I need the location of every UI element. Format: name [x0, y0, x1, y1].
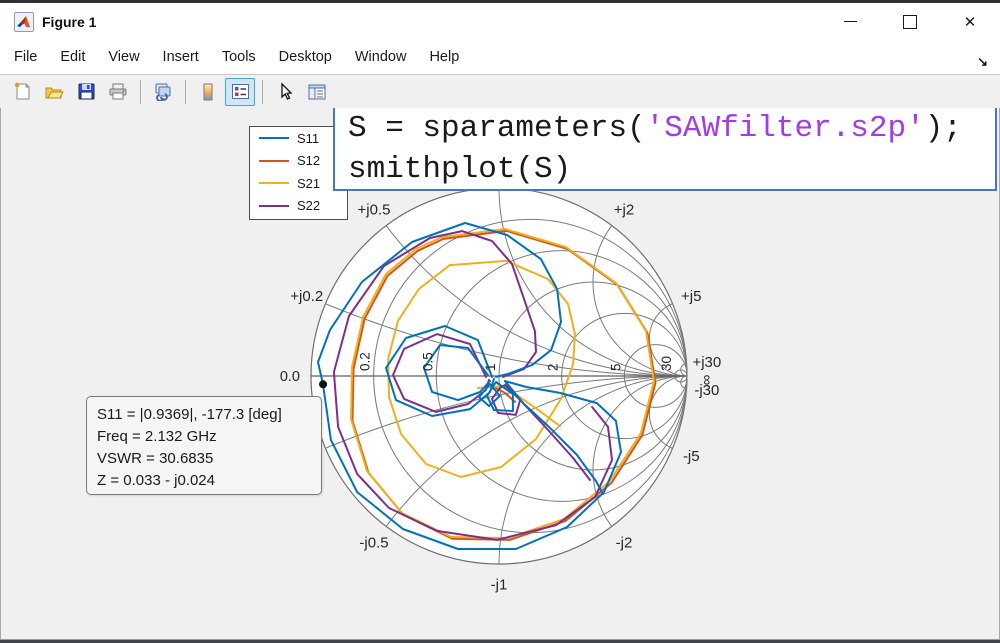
imag-label-neg: -j0.5 [359, 535, 388, 552]
figure-window: Figure 1 ✕ File Edit View Insert Tools D… [0, 0, 1000, 643]
code-string-literal: 'SAWfilter.s2p' [646, 111, 925, 146]
maximize-icon [903, 15, 917, 29]
legend-icon [231, 83, 250, 100]
dock-figure-icon[interactable]: ↘ [977, 54, 988, 70]
printer-icon [108, 82, 128, 101]
legend-label: S21 [297, 176, 320, 191]
menu-edit[interactable]: Edit [60, 45, 97, 69]
datatip-freq-line: Freq = 2.132 GHz [97, 426, 321, 448]
link-icon [153, 82, 173, 101]
imag-label-pos: +j0.5 [358, 201, 391, 218]
menu-help[interactable]: Help [429, 45, 471, 69]
print-button[interactable] [103, 78, 133, 106]
desktop-edge-top [0, 0, 1000, 3]
pointer-arrow-icon [277, 82, 294, 101]
datatip-s11-line: S11 = |0.9369|, -177.3 [deg] [97, 404, 321, 426]
code-snippet-overlay: S = sparameters('SAWfilter.s2p'); smithp… [333, 105, 997, 191]
menu-window[interactable]: Window [355, 45, 419, 69]
property-inspector-icon [307, 83, 327, 101]
insert-legend-button[interactable] [225, 78, 255, 106]
legend-line-s12 [259, 160, 289, 162]
open-file-button[interactable] [39, 78, 69, 106]
open-folder-icon [44, 82, 64, 101]
legend-label: S12 [297, 153, 320, 168]
toolbar-separator [185, 80, 186, 104]
property-inspector-button[interactable] [302, 78, 332, 106]
real-label: 30 [659, 356, 674, 371]
toolbar-separator [140, 80, 141, 104]
datatip-marker-dot[interactable] [319, 380, 327, 388]
edit-plot-button[interactable] [270, 78, 300, 106]
close-button[interactable]: ✕ [940, 3, 1000, 40]
legend-line-s21 [259, 182, 289, 184]
colorbar-icon [200, 82, 216, 102]
minimize-icon [844, 21, 857, 22]
imag-label-pos: +j2 [614, 201, 634, 218]
imag-label-neg: -j1 [491, 576, 508, 593]
imag-label-neg: -j5 [683, 448, 700, 465]
window-title: Figure 1 [42, 14, 96, 30]
legend-entry-s22[interactable]: S22 [250, 195, 347, 218]
menu-desktop[interactable]: Desktop [279, 45, 344, 69]
figure-toolbar [0, 75, 1000, 108]
real-label: 1 [483, 363, 498, 371]
maximize-button[interactable] [880, 3, 940, 40]
imag-label-neg: -j2 [616, 535, 633, 552]
real-label: 0.2 [358, 352, 373, 371]
infinity-label: ∞ [698, 375, 715, 386]
datatip-vswr-line: VSWR = 30.6835 [97, 448, 321, 470]
menu-insert[interactable]: Insert [163, 45, 211, 69]
legend-label: S11 [297, 131, 319, 146]
real-label: 0.5 [420, 352, 435, 371]
desktop-edge-bottom [0, 639, 1000, 643]
title-bar[interactable]: Figure 1 ✕ [0, 3, 1000, 40]
matlab-icon [14, 12, 34, 32]
menu-tools[interactable]: Tools [222, 45, 268, 69]
save-button[interactable] [71, 78, 101, 106]
imag-label-pos: +j30 [692, 354, 721, 371]
code-line-1: S = sparameters('SAWfilter.s2p'); [348, 108, 995, 149]
zero-label: 0.0 [280, 369, 300, 385]
menu-file[interactable]: File [14, 45, 49, 69]
real-label: 5 [608, 363, 623, 371]
link-plot-button[interactable] [148, 78, 178, 106]
toolbar-separator [262, 80, 263, 104]
imag-label-pos: +j5 [681, 288, 701, 305]
legend-line-s22 [259, 205, 289, 207]
minimize-button[interactable] [820, 3, 880, 40]
close-icon: ✕ [964, 13, 977, 31]
menu-bar: File Edit View Insert Tools Desktop Wind… [0, 40, 1000, 75]
insert-colorbar-button[interactable] [193, 78, 223, 106]
new-figure-button[interactable] [7, 78, 37, 106]
legend-line-s11 [259, 137, 289, 139]
menu-view[interactable]: View [108, 45, 151, 69]
code-line-2: smithplot(S) [348, 149, 995, 190]
save-floppy-icon [77, 82, 96, 101]
datatip-z-line: Z = 0.033 - j0.024 [97, 470, 321, 492]
new-document-icon [13, 82, 32, 101]
legend-label: S22 [297, 198, 320, 213]
real-label: 2 [546, 363, 561, 371]
data-tip[interactable]: S11 = |0.9369|, -177.3 [deg] Freq = 2.13… [86, 396, 322, 495]
imag-label-pos: +j0.2 [290, 288, 323, 305]
